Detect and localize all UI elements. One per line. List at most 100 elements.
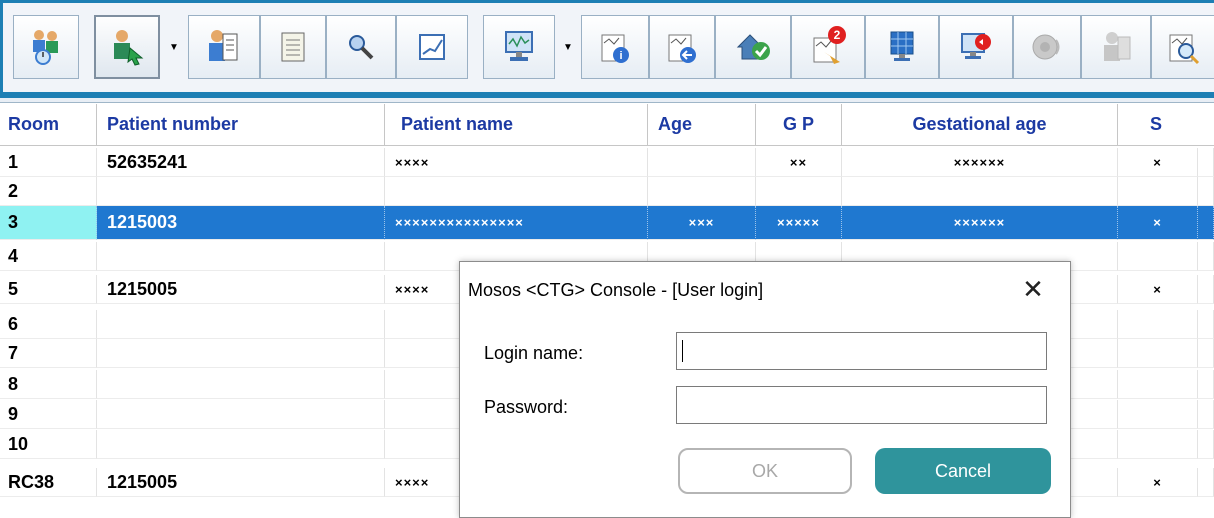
- patient-number-cell: [97, 310, 385, 339]
- room-cell: 2: [0, 177, 97, 206]
- text-caret: [682, 340, 683, 362]
- patient-document-button[interactable]: [188, 15, 260, 79]
- filler-cell: [1198, 242, 1214, 271]
- room-cell: 5: [0, 275, 97, 304]
- age-cell: ×××: [648, 206, 756, 240]
- s-cell: [1118, 370, 1198, 399]
- toolbar: ▼ ▼ i 2: [0, 0, 1214, 92]
- speaker-button[interactable]: [1013, 15, 1081, 79]
- trace-back-button[interactable]: [649, 15, 715, 79]
- toolbar-divider-shadow: [0, 98, 1214, 103]
- close-icon[interactable]: ✕: [1018, 274, 1048, 304]
- search-key-icon: [346, 32, 376, 62]
- patient-number-cell: 1215005: [97, 275, 385, 304]
- patient-number-cell: [97, 370, 385, 399]
- chart-button[interactable]: [396, 15, 468, 79]
- trace-search-icon: [1167, 29, 1201, 65]
- gestational-age-cell: ××××××: [842, 206, 1118, 240]
- patient-name-cell: ××××: [385, 148, 648, 177]
- search-key-button[interactable]: [326, 15, 396, 79]
- table-row[interactable]: 2: [0, 177, 1214, 206]
- user-login-dialog: Mosos <CTG> Console - [User login] ✕ Log…: [459, 261, 1071, 518]
- header-gp[interactable]: G P: [756, 104, 842, 146]
- dialog-title: Mosos <CTG> Console - [User login]: [468, 280, 764, 300]
- patient-number-cell: [97, 339, 385, 368]
- s-cell: [1118, 430, 1198, 459]
- header-s[interactable]: S: [1118, 104, 1214, 146]
- s-cell: ×: [1118, 148, 1198, 177]
- filler-cell: [1198, 430, 1214, 459]
- speaker-icon: [1030, 30, 1064, 64]
- home-check-icon: [734, 29, 772, 65]
- header-gestational-age[interactable]: Gestational age: [842, 104, 1118, 146]
- person-disabled-icon: [1099, 29, 1133, 65]
- home-check-button[interactable]: [715, 15, 791, 79]
- header-patient-number[interactable]: Patient number: [97, 104, 385, 146]
- table-row[interactable]: 1 52635241 ×××× ×× ×××××× ×: [0, 148, 1214, 177]
- chart-icon: [417, 32, 447, 62]
- cancel-button[interactable]: Cancel: [875, 448, 1051, 494]
- room-cell: 7: [0, 339, 97, 368]
- person-disabled-button[interactable]: [1081, 15, 1151, 79]
- trace-back-icon: [666, 29, 698, 65]
- patient-arrow-icon: [110, 28, 144, 66]
- s-cell: ×: [1118, 206, 1198, 240]
- trace-search-button[interactable]: [1151, 15, 1214, 79]
- gp-cell: ×××××: [756, 206, 842, 240]
- patient-arrow-button[interactable]: [94, 15, 160, 79]
- patient-number-cell: 52635241: [97, 148, 385, 177]
- filler-cell: [1198, 177, 1214, 206]
- header-age[interactable]: Age: [648, 104, 756, 146]
- patient-name-cell: [385, 177, 648, 206]
- monitor-button[interactable]: [483, 15, 555, 79]
- filler-cell: [1198, 148, 1214, 177]
- patient-number-cell: 1215003: [97, 206, 385, 240]
- patient-number-cell: [97, 242, 385, 271]
- password-label: Password:: [484, 397, 569, 417]
- room-cell: RC38: [0, 468, 97, 497]
- monitor-icon: [503, 29, 535, 65]
- room-cell: 9: [0, 400, 97, 429]
- s-cell: [1118, 242, 1198, 271]
- s-cell: ×: [1118, 275, 1198, 304]
- room-cell: 6: [0, 310, 97, 339]
- patient-document-icon: [207, 28, 241, 66]
- grid-monitor-button[interactable]: [865, 15, 939, 79]
- login-name-field[interactable]: [676, 332, 1047, 370]
- bed-patients-icon: [29, 28, 63, 66]
- filler-cell: [1198, 206, 1214, 240]
- trace-info-button[interactable]: i: [581, 15, 649, 79]
- chevron-down-icon[interactable]: ▼: [163, 15, 185, 79]
- notepad-icon: [278, 29, 308, 65]
- room-cell: 10: [0, 430, 97, 459]
- age-cell: [648, 177, 756, 206]
- gp-cell: [756, 177, 842, 206]
- s-cell: ×: [1118, 468, 1198, 497]
- header-patient-name[interactable]: Patient name: [385, 104, 648, 146]
- patient-number-cell: [97, 430, 385, 459]
- header-room[interactable]: Room: [0, 104, 97, 146]
- filler-cell: [1198, 275, 1214, 304]
- patient-number-cell: [97, 177, 385, 206]
- notepad-button[interactable]: [260, 15, 326, 79]
- alerts-button[interactable]: 2: [791, 15, 865, 79]
- ok-button[interactable]: OK: [678, 448, 852, 494]
- patient-number-cell: [97, 400, 385, 429]
- filler-cell: [1198, 339, 1214, 368]
- chevron-down-icon[interactable]: ▼: [557, 15, 579, 79]
- login-name-label: Login name:: [484, 343, 584, 363]
- svg-text:i: i: [619, 50, 622, 62]
- s-cell: [1118, 400, 1198, 429]
- filler-cell: [1198, 468, 1214, 497]
- patient-number-cell: 1215005: [97, 468, 385, 497]
- gp-cell: ××: [756, 148, 842, 177]
- bed-patients-button[interactable]: [13, 15, 79, 79]
- alerts-icon: 2: [810, 26, 846, 66]
- table-row-selected[interactable]: 3 1215003 ××××××××××××××× ××× ××××× ××××…: [0, 206, 1214, 240]
- trace-info-icon: i: [599, 29, 631, 65]
- monitor-sound-off-button[interactable]: [939, 15, 1013, 79]
- password-field[interactable]: [676, 386, 1047, 424]
- s-cell: [1118, 177, 1198, 206]
- s-cell: [1118, 310, 1198, 339]
- gestational-age-cell: ××××××: [842, 148, 1118, 177]
